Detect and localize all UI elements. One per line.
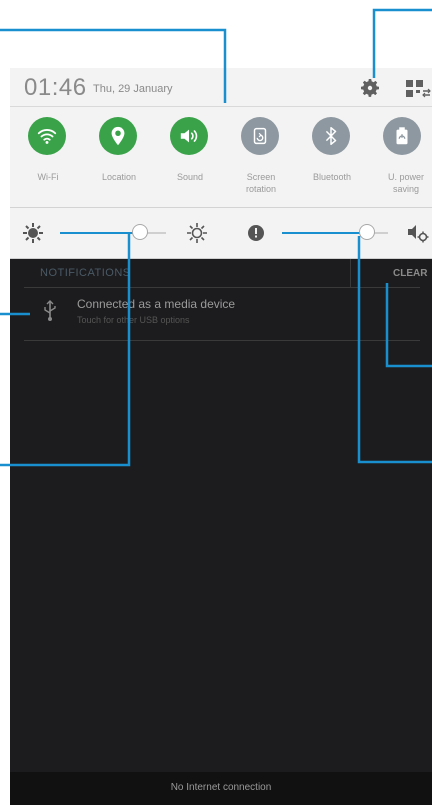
volume-settings-icon[interactable] [406, 222, 430, 244]
connection-status-text: No Internet connection [170, 782, 272, 793]
rotate-icon [241, 117, 279, 155]
grid-toggle-icon[interactable] [404, 78, 432, 100]
brightness-slider-thumb[interactable] [131, 224, 148, 240]
quick-setting-location[interactable]: Location [83, 107, 155, 207]
quick-setting-label: Location [101, 172, 137, 182]
quick-setting-wifi[interactable]: Wi-Fi [12, 107, 84, 207]
notification-subtitle: Touch for other USB options [77, 315, 190, 325]
usb-icon [44, 300, 56, 321]
quick-setting-sound[interactable]: Sound [154, 107, 226, 207]
status-bar: 01:46 Thu, 29 January [10, 68, 432, 107]
divider [24, 287, 420, 288]
slider-row [10, 208, 432, 259]
speaker-icon [170, 117, 208, 155]
quick-setting-label: U. power saving [387, 172, 424, 194]
brightness-low-icon [23, 223, 43, 243]
brightness-auto-icon[interactable] [186, 222, 208, 244]
notification-item-usb[interactable]: Connected as a media device Touch for ot… [24, 294, 420, 334]
quick-setting-label: Sound [176, 172, 204, 182]
notifications-title: NOTIFICATIONS [40, 267, 131, 279]
volume-slider-fill [282, 232, 367, 234]
quick-setting-label: Screen rotation [245, 172, 277, 194]
clear-button-label: CLEAR [393, 268, 428, 279]
gear-icon[interactable] [358, 76, 382, 100]
clock: 01:46 [24, 74, 87, 101]
quick-setting-bluetooth[interactable]: Bluetooth [296, 107, 368, 207]
volume-slider-thumb[interactable] [358, 224, 375, 240]
divider [24, 340, 420, 341]
wifi-icon [28, 117, 66, 155]
power-saving-icon [383, 117, 421, 155]
alert-icon [248, 225, 264, 241]
notifications-header: NOTIFICATIONS CLEAR [10, 259, 432, 287]
date: Thu, 29 January [93, 83, 173, 95]
bluetooth-icon [312, 117, 350, 155]
clear-button[interactable]: CLEAR [350, 259, 427, 287]
brightness-slider[interactable] [60, 224, 166, 240]
quick-settings-panel: Wi-Fi Location Sound Screen rotation Blu… [10, 107, 432, 208]
connection-status-bar: No Internet connection [10, 772, 432, 805]
location-pin-icon [99, 117, 137, 155]
quick-setting-label: Wi-Fi [37, 172, 59, 182]
volume-slider[interactable] [282, 224, 388, 240]
brightness-slider-fill [60, 232, 140, 234]
quick-setting-power-saving[interactable]: U. power saving [367, 107, 432, 207]
quick-setting-screen-rotation[interactable]: Screen rotation [225, 107, 297, 207]
quick-setting-label: Bluetooth [312, 172, 352, 182]
notification-panel: 01:46 Thu, 29 January Wi-Fi Location Sou… [10, 68, 432, 805]
notification-title: Connected as a media device [77, 297, 236, 311]
